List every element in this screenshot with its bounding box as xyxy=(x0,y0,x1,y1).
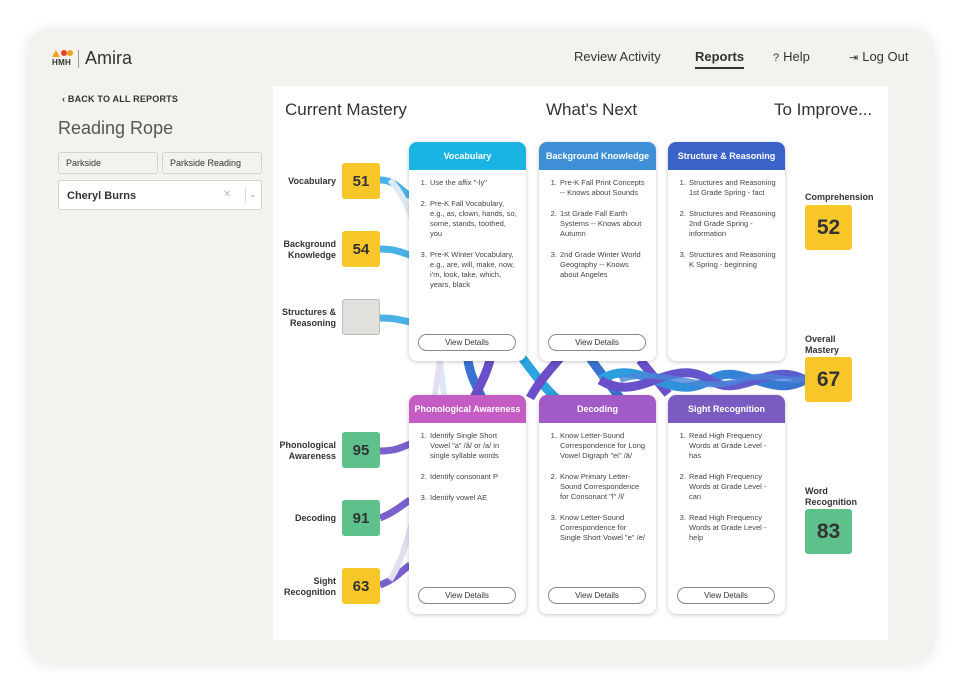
list-item: Know Primary Letter-Sound Correspondence… xyxy=(559,472,649,502)
card-sight-recognition-header: Sight Recognition xyxy=(668,395,785,423)
list-item: Identify consonant P xyxy=(429,472,519,482)
view-details-button[interactable]: View Details xyxy=(418,587,516,604)
card-vocabulary: Vocabulary Use the affix "-ly" Pre-K Fal… xyxy=(409,142,526,361)
list-item: Pre-K Fall Vocabulary, e.g., as, clown, … xyxy=(429,199,519,239)
list-item: Pre-K Fall Print Concepts -- Knows about… xyxy=(559,178,649,198)
strand-label-background-knowledge: Background Knowledge xyxy=(283,239,336,260)
strand-label-sight-recognition: Sight Recognition xyxy=(284,576,336,597)
list-item: Know Letter-Sound Correspondence for Sin… xyxy=(559,513,649,543)
card-background-knowledge-list: Pre-K Fall Print Concepts -- Knows about… xyxy=(559,178,649,280)
list-item: 1st Grade Fall Earth Systems -- Knows ab… xyxy=(559,209,649,239)
list-item: Identify vowel AE xyxy=(429,493,519,503)
list-item: Identify Single Short Vowel "a" /ă/ or /… xyxy=(429,431,519,461)
strand-label-phonological-awareness: Phonological Awareness xyxy=(279,440,336,461)
card-phonological-awareness-list: Identify Single Short Vowel "a" /ă/ or /… xyxy=(429,431,519,503)
card-phonological-awareness-header: Phonological Awareness xyxy=(409,395,526,423)
strand-score-decoding[interactable]: 91 xyxy=(342,500,380,536)
strand-score-background-knowledge[interactable]: 54 xyxy=(342,231,380,267)
outcome-score-comprehension[interactable]: 52 xyxy=(805,205,852,250)
strand-score-vocabulary[interactable]: 51 xyxy=(342,163,380,199)
card-vocabulary-list: Use the affix "-ly" Pre-K Fall Vocabular… xyxy=(429,178,519,290)
card-background-knowledge-header: Background Knowledge xyxy=(539,142,656,170)
whats-next-heading: What's Next xyxy=(546,100,638,119)
strand-score-sight-recognition[interactable]: 63 xyxy=(342,568,380,604)
strand-score-structures-reasoning[interactable] xyxy=(342,299,380,335)
card-decoding-list: Know Letter-Sound Correspondence for Lon… xyxy=(559,431,649,543)
outcome-label-word-recognition: Word Recognition xyxy=(805,486,857,507)
card-decoding: Decoding Know Letter-Sound Correspondenc… xyxy=(539,395,656,614)
list-item: Structures and Reasoning 2nd Grade Sprin… xyxy=(688,209,778,239)
card-background-knowledge: Background Knowledge Pre-K Fall Print Co… xyxy=(539,142,656,361)
strand-label-structures-reasoning: Structures & Reasoning xyxy=(281,307,336,328)
view-details-button[interactable]: View Details xyxy=(548,334,646,351)
card-structure-reasoning: Structure & Reasoning Structures and Rea… xyxy=(668,142,785,361)
strand-score-phonological-awareness[interactable]: 95 xyxy=(342,432,380,468)
list-item: Read High Frequency Words at Grade Level… xyxy=(688,472,778,502)
list-item: Pre-K Winter Vocabulary, e.g., are, will… xyxy=(429,250,519,290)
to-improve-heading: To Improve... xyxy=(774,100,873,119)
view-details-button[interactable]: View Details xyxy=(677,587,775,604)
outcome-score-overall-mastery[interactable]: 67 xyxy=(805,357,852,402)
list-item: Use the affix "-ly" xyxy=(429,178,519,188)
outcome-label-overall-mastery: Overall Mastery xyxy=(805,334,840,355)
list-item: Read High Frequency Words at Grade Level… xyxy=(688,513,778,543)
view-details-button[interactable]: View Details xyxy=(548,587,646,604)
list-item: Know Letter-Sound Correspondence for Lon… xyxy=(559,431,649,461)
list-item: Read High Frequency Words at Grade Level… xyxy=(688,431,778,461)
card-structure-reasoning-list: Structures and Reasoning 1st Grade Sprin… xyxy=(688,178,778,270)
strand-label-vocabulary: Vocabulary xyxy=(288,176,336,186)
outcome-label-comprehension: Comprehension xyxy=(805,192,874,202)
current-mastery-heading: Current Mastery xyxy=(285,100,407,119)
card-structure-reasoning-header: Structure & Reasoning xyxy=(668,142,785,170)
card-decoding-header: Decoding xyxy=(539,395,656,423)
list-item: Structures and Reasoning 1st Grade Sprin… xyxy=(688,178,778,198)
strand-label-decoding: Decoding xyxy=(294,513,336,523)
card-phonological-awareness: Phonological Awareness Identify Single S… xyxy=(409,395,526,614)
card-sight-recognition: Sight Recognition Read High Frequency Wo… xyxy=(668,395,785,614)
outcome-score-word-recognition[interactable]: 83 xyxy=(805,509,852,554)
view-details-button[interactable]: View Details xyxy=(418,334,516,351)
list-item: 2nd Grade Winter World Geography -- Know… xyxy=(559,250,649,280)
card-sight-recognition-list: Read High Frequency Words at Grade Level… xyxy=(688,431,778,543)
card-vocabulary-header: Vocabulary xyxy=(409,142,526,170)
list-item: Structures and Reasoning K Spring - begi… xyxy=(688,250,778,270)
